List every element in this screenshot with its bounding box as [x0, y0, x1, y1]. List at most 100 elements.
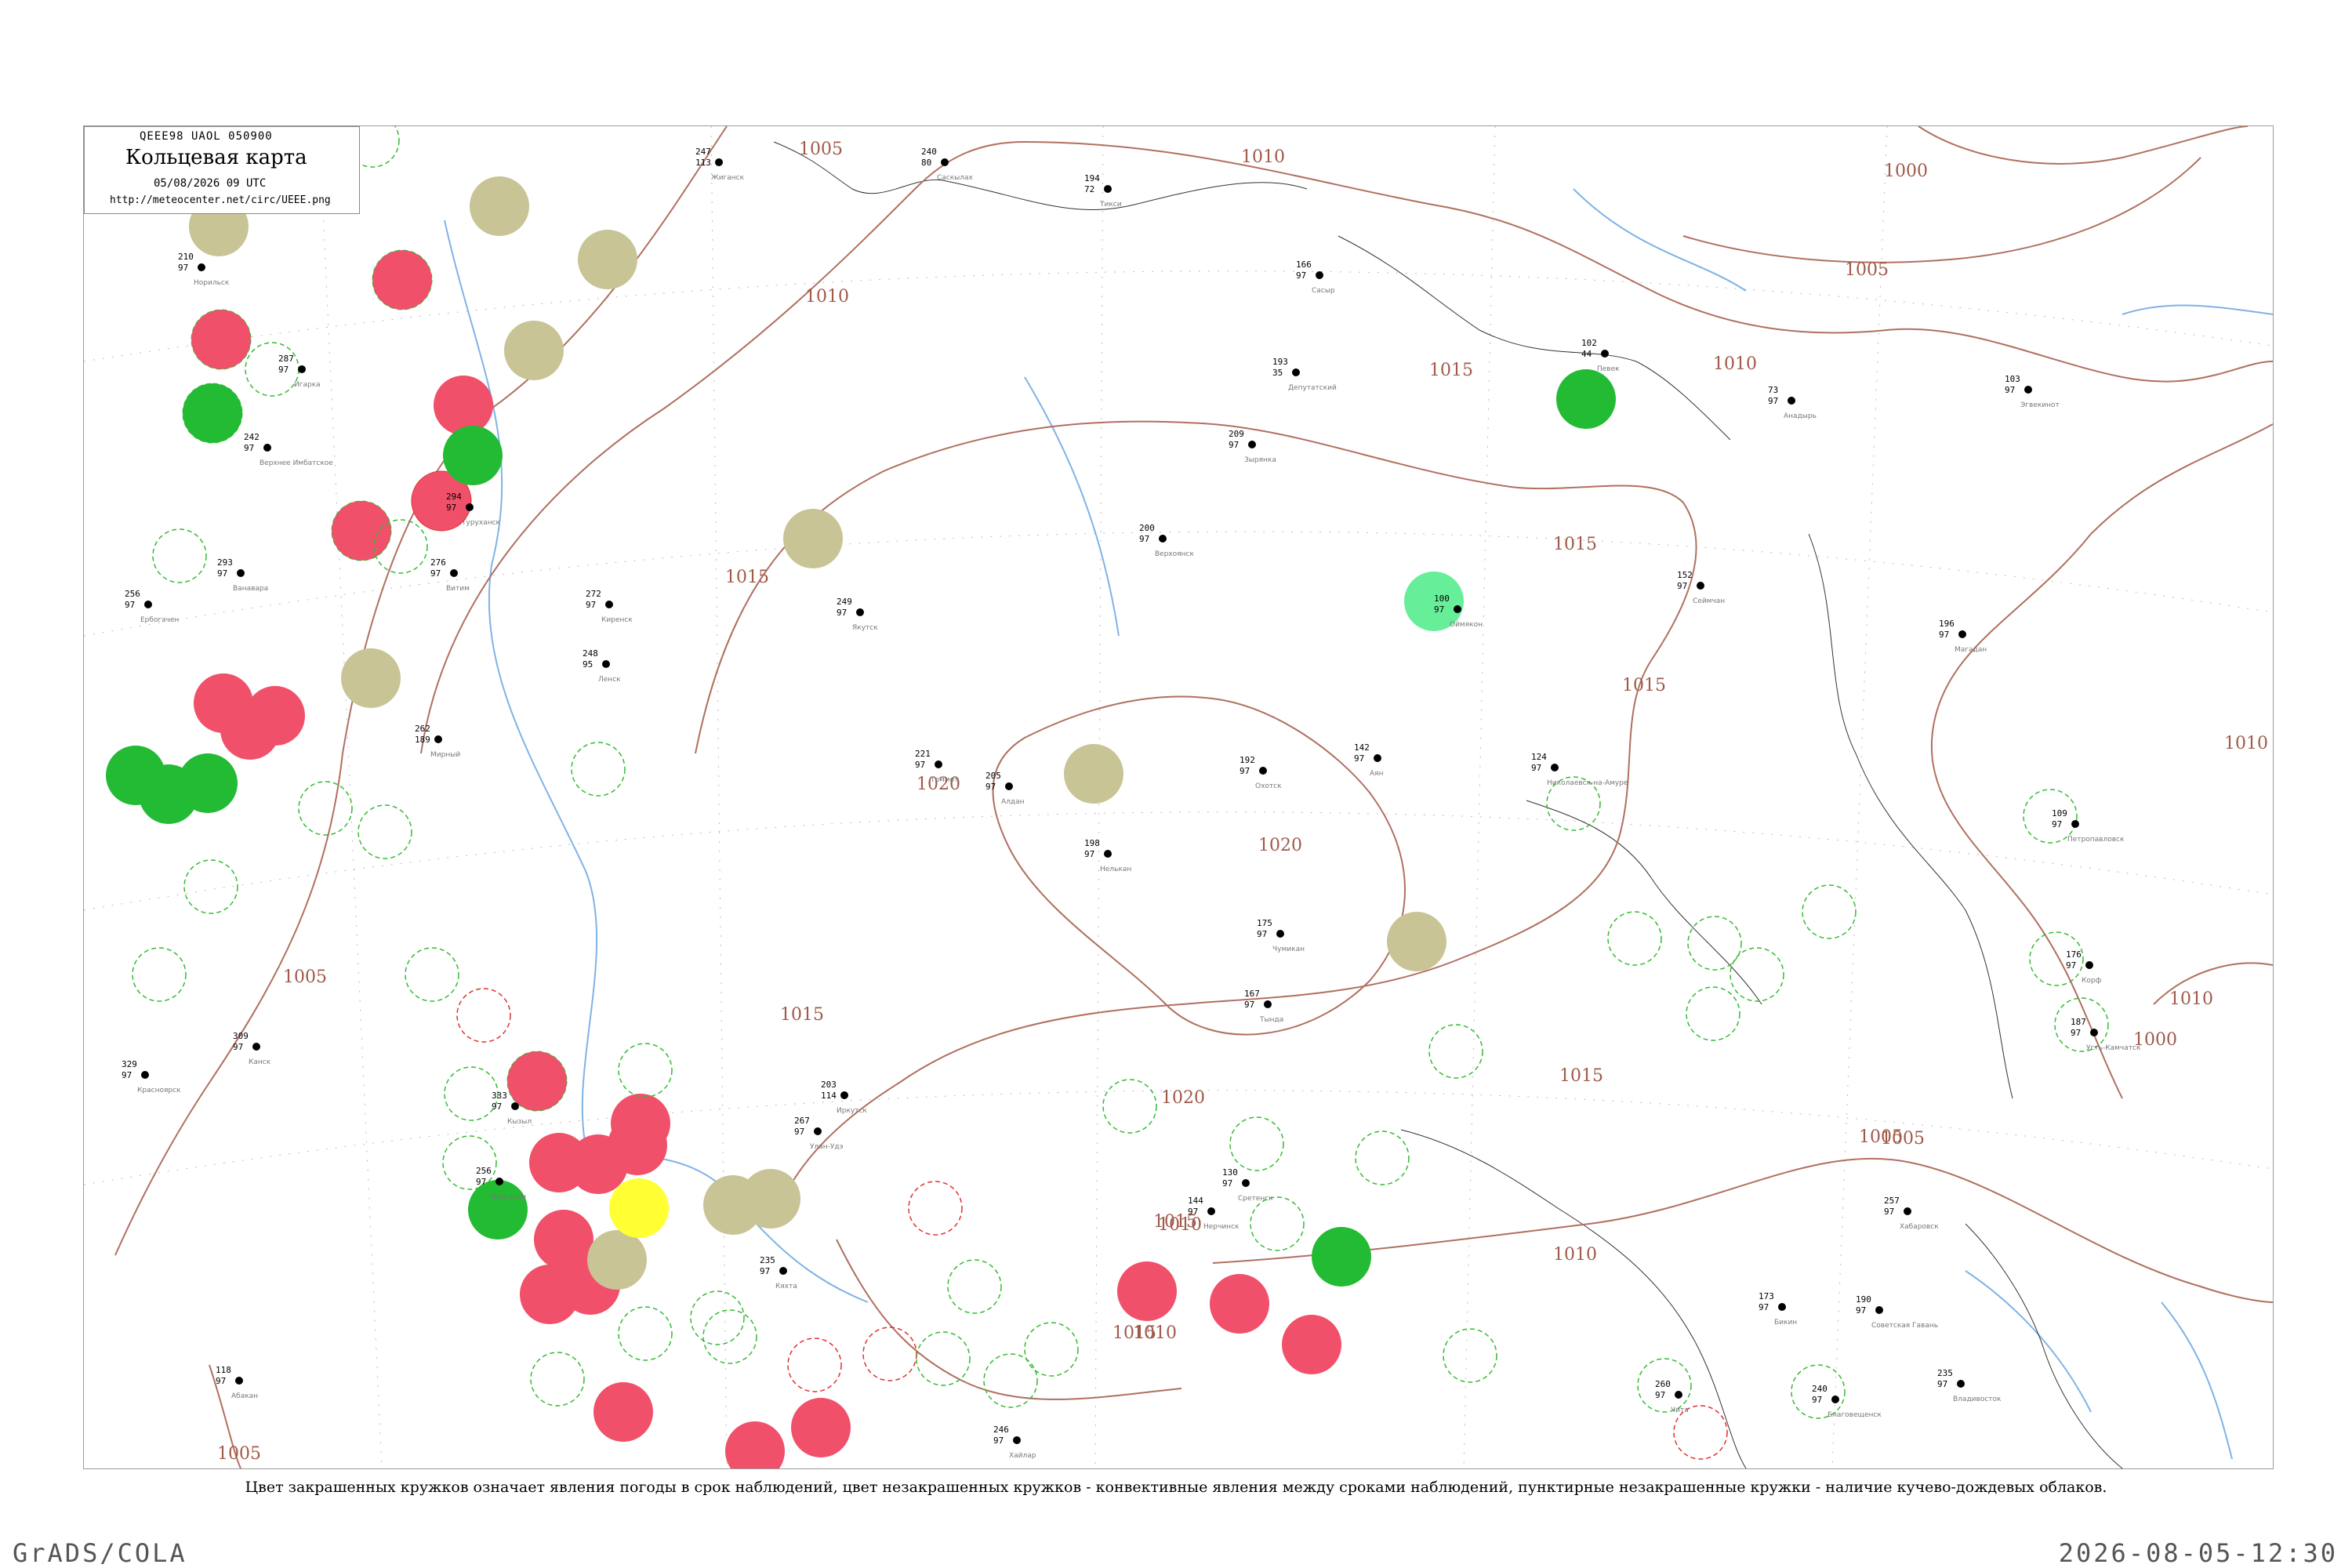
- isobar-1020-centre: [992, 695, 1406, 1036]
- station-cloud-cover-icon: [856, 608, 864, 616]
- station-pressure: 221: [915, 749, 931, 759]
- isobar-label: 1015: [725, 568, 769, 587]
- station-cloud-cover-icon: [1454, 605, 1461, 613]
- station-value: 97: [476, 1177, 486, 1187]
- cb-cloud-circle: [1250, 1196, 1305, 1251]
- cb-cloud-circle: [1607, 911, 1662, 966]
- station-pressure: 100: [1434, 593, 1450, 604]
- coastlines: [773, 141, 2123, 1468]
- station-plot: 203114Иркутск: [821, 1080, 867, 1115]
- cb-cloud-circle: [444, 1066, 499, 1121]
- station-value: 97: [1812, 1395, 1822, 1405]
- station-pressure: 272: [586, 589, 601, 599]
- red-weather-circle: [593, 1382, 653, 1442]
- cb-cloud-circle: [618, 1306, 673, 1361]
- station-value: 97: [1354, 753, 1364, 764]
- station-plot: 19697 Магадан: [1939, 619, 1987, 654]
- isobar-label: 1010: [1241, 147, 1285, 167]
- station-cloud-cover-icon: [144, 601, 152, 608]
- station-name: Алдан: [1001, 798, 1025, 806]
- map-title: Кольцевая карта: [125, 146, 307, 169]
- station-pressure: 309: [233, 1031, 249, 1041]
- station-name: Верхнее Имбатское: [260, 459, 333, 467]
- station-name: Петропавловск: [2067, 836, 2125, 844]
- station-name: Томмот: [930, 776, 958, 784]
- station-value: 113: [695, 158, 711, 168]
- station-value: 97: [217, 568, 227, 579]
- station-name: Нерчинск: [1203, 1223, 1240, 1231]
- isobar-label: 1010: [2169, 989, 2213, 1009]
- station-plot: 262189Мирный: [415, 724, 460, 759]
- station-plot: 25697 Ербогачен: [125, 589, 180, 624]
- station-cloud-cover-icon: [252, 1043, 260, 1051]
- isobar-label: 1015: [780, 1005, 824, 1025]
- station-value: 97: [985, 782, 996, 792]
- station-pressure: 256: [476, 1166, 492, 1176]
- isobar-label: 1005: [1845, 260, 1889, 280]
- red-weather-circle: [506, 1051, 568, 1112]
- station-name: Оймякон: [1450, 621, 1483, 629]
- station-plot: 16697 Сасыр: [1296, 260, 1335, 295]
- yellow-weather-circle: [609, 1178, 669, 1238]
- isobar-1005-east: [1930, 423, 2273, 1099]
- cb-cloud-circle: [1802, 884, 1857, 939]
- station-pressure: 247: [695, 147, 711, 157]
- isobar-label: 1010: [1713, 354, 1757, 374]
- station-value: 97: [122, 1070, 132, 1080]
- station-cloud-cover-icon: [466, 503, 474, 511]
- station-name: Зырянка: [1244, 456, 1276, 464]
- cb-cloud-circle: [983, 1353, 1038, 1408]
- station-cloud-cover-icon: [141, 1071, 149, 1079]
- station-name: Чита: [1671, 1406, 1689, 1414]
- station-plot: 11897 Абакан: [216, 1365, 258, 1400]
- station-value: 97: [1240, 766, 1250, 776]
- station-pressure: 205: [985, 771, 1001, 781]
- olive-weather-circle: [341, 648, 401, 708]
- station-value: 97: [446, 503, 456, 513]
- station-name: Нелькан: [1100, 866, 1131, 873]
- station-value: 97: [430, 568, 441, 579]
- station-pressure: 242: [244, 432, 260, 442]
- station-plot: 24997 Якутск: [837, 597, 878, 632]
- station-plot: 27297 Киренск: [586, 589, 633, 624]
- station-pressure: 287: [278, 354, 294, 364]
- station-name: Красноярск: [137, 1087, 181, 1094]
- station-plot: 20097 Верхоянск: [1139, 523, 1195, 558]
- isobar-label: 1010: [1158, 1215, 1202, 1235]
- red-weather-circle: [791, 1398, 851, 1457]
- station-cloud-cover-icon: [814, 1127, 822, 1135]
- station-cloud-cover-icon: [1242, 1179, 1250, 1187]
- map-url[interactable]: http://meteocenter.net/circ/UEEE.png: [110, 194, 331, 206]
- station-pressure: 209: [1229, 429, 1244, 439]
- cb-cloud-circle: [1024, 1322, 1079, 1377]
- station-value: 97: [1257, 929, 1267, 939]
- station-plot: 28797 Игарка: [278, 354, 321, 389]
- green-weather-circle: [1312, 1227, 1371, 1287]
- station-plot: 17697 Корф: [2066, 949, 2102, 985]
- station-pressure: 118: [216, 1365, 231, 1375]
- cb-cloud-circle: [1102, 1079, 1157, 1134]
- station-value: 97: [125, 600, 135, 610]
- station-plot: 24097 Благовещенск: [1812, 1384, 1882, 1419]
- station-value: 97: [1856, 1305, 1866, 1316]
- cb-cloud-circle: [442, 1135, 497, 1190]
- station-value: 97: [1937, 1379, 1947, 1389]
- station-name: Эгвекинот: [2020, 401, 2060, 409]
- cb-cloud-circle: [908, 1181, 963, 1236]
- olive-weather-circle: [578, 230, 637, 289]
- station-pressure: 249: [837, 597, 852, 607]
- station-pressure: 192: [1240, 755, 1255, 765]
- station-cloud-cover-icon: [511, 1102, 519, 1110]
- station-cloud-cover-icon: [1292, 368, 1300, 376]
- red-weather-circle: [1282, 1315, 1341, 1374]
- red-weather-circle: [725, 1421, 785, 1468]
- station-pressure: 257: [1884, 1196, 1900, 1206]
- station-cloud-cover-icon: [1778, 1303, 1786, 1311]
- station-value: 97: [2005, 385, 2015, 395]
- station-value: 97: [915, 760, 925, 770]
- isobar-label: 1015: [1112, 1323, 1156, 1343]
- station-cloud-cover-icon: [434, 735, 442, 743]
- station-pressure: 293: [217, 557, 233, 568]
- isobar-label: 1005: [217, 1444, 261, 1464]
- cb-cloud-circle: [618, 1043, 673, 1098]
